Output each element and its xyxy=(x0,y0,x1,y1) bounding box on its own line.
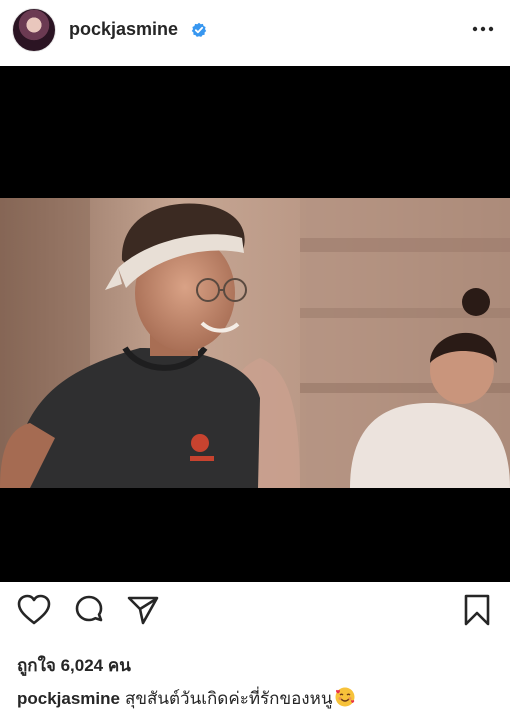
post-photo xyxy=(0,198,510,488)
smiling-face-with-hearts-icon xyxy=(335,687,355,707)
avatar[interactable] xyxy=(12,8,56,52)
caption-text: สุขสันต์วันเกิดค่ะที่รักของหนู xyxy=(125,689,333,708)
paper-plane-icon[interactable] xyxy=(125,592,161,628)
post-header: pockjasmine xyxy=(0,0,510,62)
caption-username[interactable]: pockjasmine xyxy=(17,689,120,708)
likes-count[interactable]: ถูกใจ 6,024 คน xyxy=(17,652,131,679)
more-options-icon[interactable] xyxy=(470,20,496,38)
post-username[interactable]: pockjasmine xyxy=(69,19,178,40)
heart-icon[interactable] xyxy=(16,592,52,628)
post-media[interactable] xyxy=(0,66,510,582)
post-actions-bar xyxy=(0,592,510,636)
bookmark-icon[interactable] xyxy=(459,592,495,628)
verified-badge-icon xyxy=(191,22,207,37)
post-caption: pockjasmine สุขสันต์วันเกิดค่ะที่รักของหน… xyxy=(17,685,356,712)
comment-icon[interactable] xyxy=(71,592,107,628)
